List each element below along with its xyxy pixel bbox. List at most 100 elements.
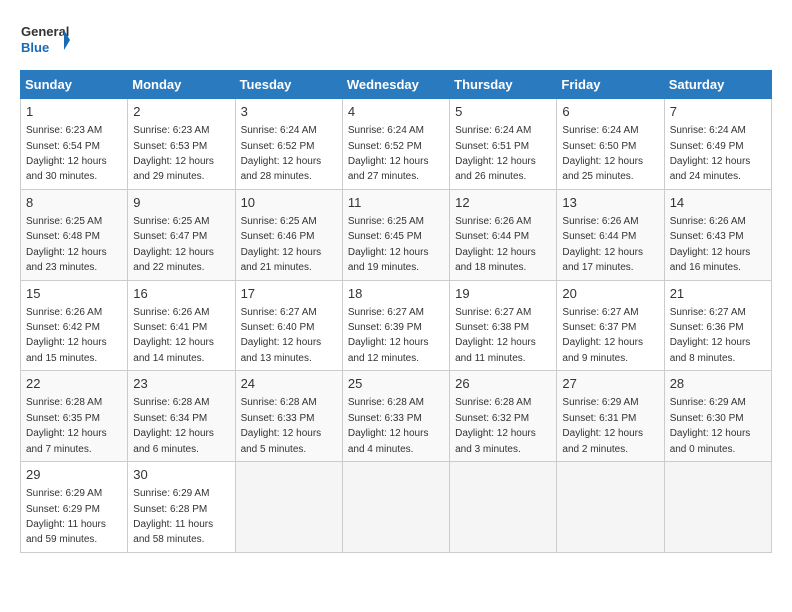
calendar-week-3: 15 Sunrise: 6:26 AMSunset: 6:42 PMDaylig…	[21, 280, 772, 371]
calendar-cell: 26 Sunrise: 6:28 AMSunset: 6:32 PMDaylig…	[450, 371, 557, 462]
calendar-cell: 13 Sunrise: 6:26 AMSunset: 6:44 PMDaylig…	[557, 189, 664, 280]
calendar-cell: 24 Sunrise: 6:28 AMSunset: 6:33 PMDaylig…	[235, 371, 342, 462]
calendar-cell: 23 Sunrise: 6:28 AMSunset: 6:34 PMDaylig…	[128, 371, 235, 462]
svg-text:General: General	[21, 24, 69, 39]
day-info: Sunrise: 6:29 AMSunset: 6:29 PMDaylight:…	[26, 488, 106, 545]
day-info: Sunrise: 6:23 AMSunset: 6:53 PMDaylight:…	[133, 125, 214, 182]
calendar-cell: 10 Sunrise: 6:25 AMSunset: 6:46 PMDaylig…	[235, 189, 342, 280]
day-info: Sunrise: 6:25 AMSunset: 6:46 PMDaylight:…	[241, 216, 322, 273]
calendar-cell: 9 Sunrise: 6:25 AMSunset: 6:47 PMDayligh…	[128, 189, 235, 280]
day-info: Sunrise: 6:23 AMSunset: 6:54 PMDaylight:…	[26, 125, 107, 182]
calendar-cell	[557, 462, 664, 553]
day-info: Sunrise: 6:26 AMSunset: 6:41 PMDaylight:…	[133, 307, 214, 364]
day-number: 16	[133, 285, 229, 303]
calendar-cell: 11 Sunrise: 6:25 AMSunset: 6:45 PMDaylig…	[342, 189, 449, 280]
calendar-cell: 5 Sunrise: 6:24 AMSunset: 6:51 PMDayligh…	[450, 99, 557, 190]
calendar-cell: 28 Sunrise: 6:29 AMSunset: 6:30 PMDaylig…	[664, 371, 771, 462]
calendar-cell: 1 Sunrise: 6:23 AMSunset: 6:54 PMDayligh…	[21, 99, 128, 190]
day-info: Sunrise: 6:28 AMSunset: 6:32 PMDaylight:…	[455, 397, 536, 454]
day-info: Sunrise: 6:25 AMSunset: 6:45 PMDaylight:…	[348, 216, 429, 273]
calendar-cell: 12 Sunrise: 6:26 AMSunset: 6:44 PMDaylig…	[450, 189, 557, 280]
day-number: 27	[562, 375, 658, 393]
day-info: Sunrise: 6:29 AMSunset: 6:28 PMDaylight:…	[133, 488, 213, 545]
day-number: 15	[26, 285, 122, 303]
calendar-cell: 27 Sunrise: 6:29 AMSunset: 6:31 PMDaylig…	[557, 371, 664, 462]
day-info: Sunrise: 6:24 AMSunset: 6:51 PMDaylight:…	[455, 125, 536, 182]
calendar-cell: 22 Sunrise: 6:28 AMSunset: 6:35 PMDaylig…	[21, 371, 128, 462]
calendar-cell: 18 Sunrise: 6:27 AMSunset: 6:39 PMDaylig…	[342, 280, 449, 371]
calendar-cell: 17 Sunrise: 6:27 AMSunset: 6:40 PMDaylig…	[235, 280, 342, 371]
day-info: Sunrise: 6:27 AMSunset: 6:37 PMDaylight:…	[562, 307, 643, 364]
day-info: Sunrise: 6:26 AMSunset: 6:42 PMDaylight:…	[26, 307, 107, 364]
calendar-cell: 7 Sunrise: 6:24 AMSunset: 6:49 PMDayligh…	[664, 99, 771, 190]
calendar-week-4: 22 Sunrise: 6:28 AMSunset: 6:35 PMDaylig…	[21, 371, 772, 462]
calendar-week-5: 29 Sunrise: 6:29 AMSunset: 6:29 PMDaylig…	[21, 462, 772, 553]
calendar-header-row: SundayMondayTuesdayWednesdayThursdayFrid…	[21, 71, 772, 99]
day-number: 21	[670, 285, 766, 303]
calendar-cell: 6 Sunrise: 6:24 AMSunset: 6:50 PMDayligh…	[557, 99, 664, 190]
day-info: Sunrise: 6:24 AMSunset: 6:52 PMDaylight:…	[241, 125, 322, 182]
weekday-header-monday: Monday	[128, 71, 235, 99]
calendar-cell: 25 Sunrise: 6:28 AMSunset: 6:33 PMDaylig…	[342, 371, 449, 462]
calendar-cell: 2 Sunrise: 6:23 AMSunset: 6:53 PMDayligh…	[128, 99, 235, 190]
calendar-cell: 14 Sunrise: 6:26 AMSunset: 6:43 PMDaylig…	[664, 189, 771, 280]
calendar-cell: 19 Sunrise: 6:27 AMSunset: 6:38 PMDaylig…	[450, 280, 557, 371]
day-number: 18	[348, 285, 444, 303]
day-number: 1	[26, 103, 122, 121]
calendar-week-1: 1 Sunrise: 6:23 AMSunset: 6:54 PMDayligh…	[21, 99, 772, 190]
day-number: 24	[241, 375, 337, 393]
day-info: Sunrise: 6:27 AMSunset: 6:39 PMDaylight:…	[348, 307, 429, 364]
weekday-header-friday: Friday	[557, 71, 664, 99]
day-number: 5	[455, 103, 551, 121]
weekday-header-tuesday: Tuesday	[235, 71, 342, 99]
day-info: Sunrise: 6:26 AMSunset: 6:44 PMDaylight:…	[455, 216, 536, 273]
calendar-cell: 20 Sunrise: 6:27 AMSunset: 6:37 PMDaylig…	[557, 280, 664, 371]
calendar-week-2: 8 Sunrise: 6:25 AMSunset: 6:48 PMDayligh…	[21, 189, 772, 280]
day-info: Sunrise: 6:28 AMSunset: 6:33 PMDaylight:…	[348, 397, 429, 454]
day-info: Sunrise: 6:28 AMSunset: 6:33 PMDaylight:…	[241, 397, 322, 454]
day-info: Sunrise: 6:24 AMSunset: 6:52 PMDaylight:…	[348, 125, 429, 182]
day-info: Sunrise: 6:25 AMSunset: 6:47 PMDaylight:…	[133, 216, 214, 273]
page-header: General Blue	[20, 20, 772, 62]
weekday-header-sunday: Sunday	[21, 71, 128, 99]
calendar-cell	[664, 462, 771, 553]
calendar-table: SundayMondayTuesdayWednesdayThursdayFrid…	[20, 70, 772, 553]
day-number: 12	[455, 194, 551, 212]
calendar-cell: 16 Sunrise: 6:26 AMSunset: 6:41 PMDaylig…	[128, 280, 235, 371]
day-info: Sunrise: 6:28 AMSunset: 6:35 PMDaylight:…	[26, 397, 107, 454]
day-info: Sunrise: 6:27 AMSunset: 6:40 PMDaylight:…	[241, 307, 322, 364]
day-info: Sunrise: 6:29 AMSunset: 6:30 PMDaylight:…	[670, 397, 751, 454]
calendar-cell: 30 Sunrise: 6:29 AMSunset: 6:28 PMDaylig…	[128, 462, 235, 553]
day-number: 30	[133, 466, 229, 484]
day-info: Sunrise: 6:29 AMSunset: 6:31 PMDaylight:…	[562, 397, 643, 454]
day-number: 23	[133, 375, 229, 393]
day-number: 29	[26, 466, 122, 484]
weekday-header-thursday: Thursday	[450, 71, 557, 99]
logo-svg: General Blue	[20, 20, 70, 62]
day-info: Sunrise: 6:24 AMSunset: 6:49 PMDaylight:…	[670, 125, 751, 182]
logo: General Blue	[20, 20, 70, 62]
calendar-cell	[450, 462, 557, 553]
day-info: Sunrise: 6:27 AMSunset: 6:36 PMDaylight:…	[670, 307, 751, 364]
weekday-header-wednesday: Wednesday	[342, 71, 449, 99]
calendar-cell	[235, 462, 342, 553]
day-number: 7	[670, 103, 766, 121]
calendar-cell: 8 Sunrise: 6:25 AMSunset: 6:48 PMDayligh…	[21, 189, 128, 280]
day-number: 9	[133, 194, 229, 212]
day-number: 22	[26, 375, 122, 393]
day-number: 17	[241, 285, 337, 303]
calendar-cell	[342, 462, 449, 553]
day-number: 10	[241, 194, 337, 212]
day-number: 28	[670, 375, 766, 393]
calendar-cell: 29 Sunrise: 6:29 AMSunset: 6:29 PMDaylig…	[21, 462, 128, 553]
calendar-cell: 15 Sunrise: 6:26 AMSunset: 6:42 PMDaylig…	[21, 280, 128, 371]
day-number: 14	[670, 194, 766, 212]
day-number: 6	[562, 103, 658, 121]
day-number: 2	[133, 103, 229, 121]
calendar-cell: 4 Sunrise: 6:24 AMSunset: 6:52 PMDayligh…	[342, 99, 449, 190]
day-number: 4	[348, 103, 444, 121]
day-info: Sunrise: 6:24 AMSunset: 6:50 PMDaylight:…	[562, 125, 643, 182]
day-number: 25	[348, 375, 444, 393]
day-number: 20	[562, 285, 658, 303]
day-info: Sunrise: 6:25 AMSunset: 6:48 PMDaylight:…	[26, 216, 107, 273]
